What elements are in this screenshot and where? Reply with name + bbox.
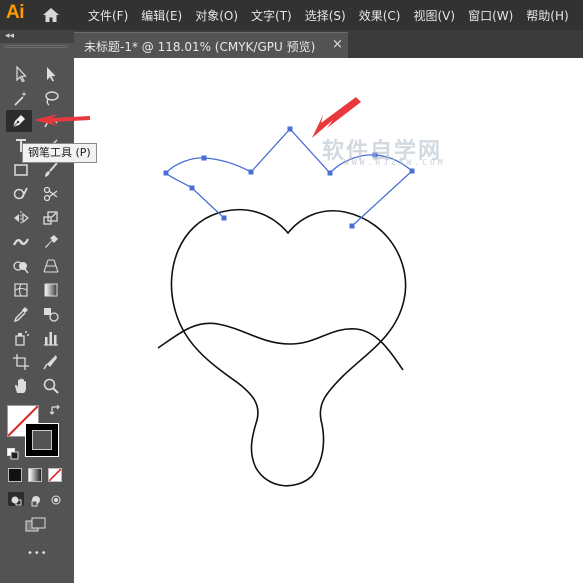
anchor-point[interactable] xyxy=(201,155,207,161)
anchor-point[interactable] xyxy=(349,223,355,229)
artwork-layer xyxy=(34,97,415,487)
anchor-point[interactable] xyxy=(189,185,195,191)
anchor-point[interactable] xyxy=(327,170,333,176)
red-arrow-tool-icon xyxy=(34,114,90,126)
anchor-point[interactable] xyxy=(248,169,254,175)
heart-shape-path[interactable] xyxy=(170,208,407,487)
anchor-point[interactable] xyxy=(221,215,227,221)
pen-tool-tooltip: 钢笔工具 (P) xyxy=(22,143,97,163)
anchor-point[interactable] xyxy=(287,126,293,132)
anchor-point[interactable] xyxy=(409,168,415,174)
anchor-point[interactable] xyxy=(163,170,169,176)
watermark-url: WWW.RJZXW.COM xyxy=(344,158,446,167)
red-arrow-canvas-icon xyxy=(312,97,361,138)
